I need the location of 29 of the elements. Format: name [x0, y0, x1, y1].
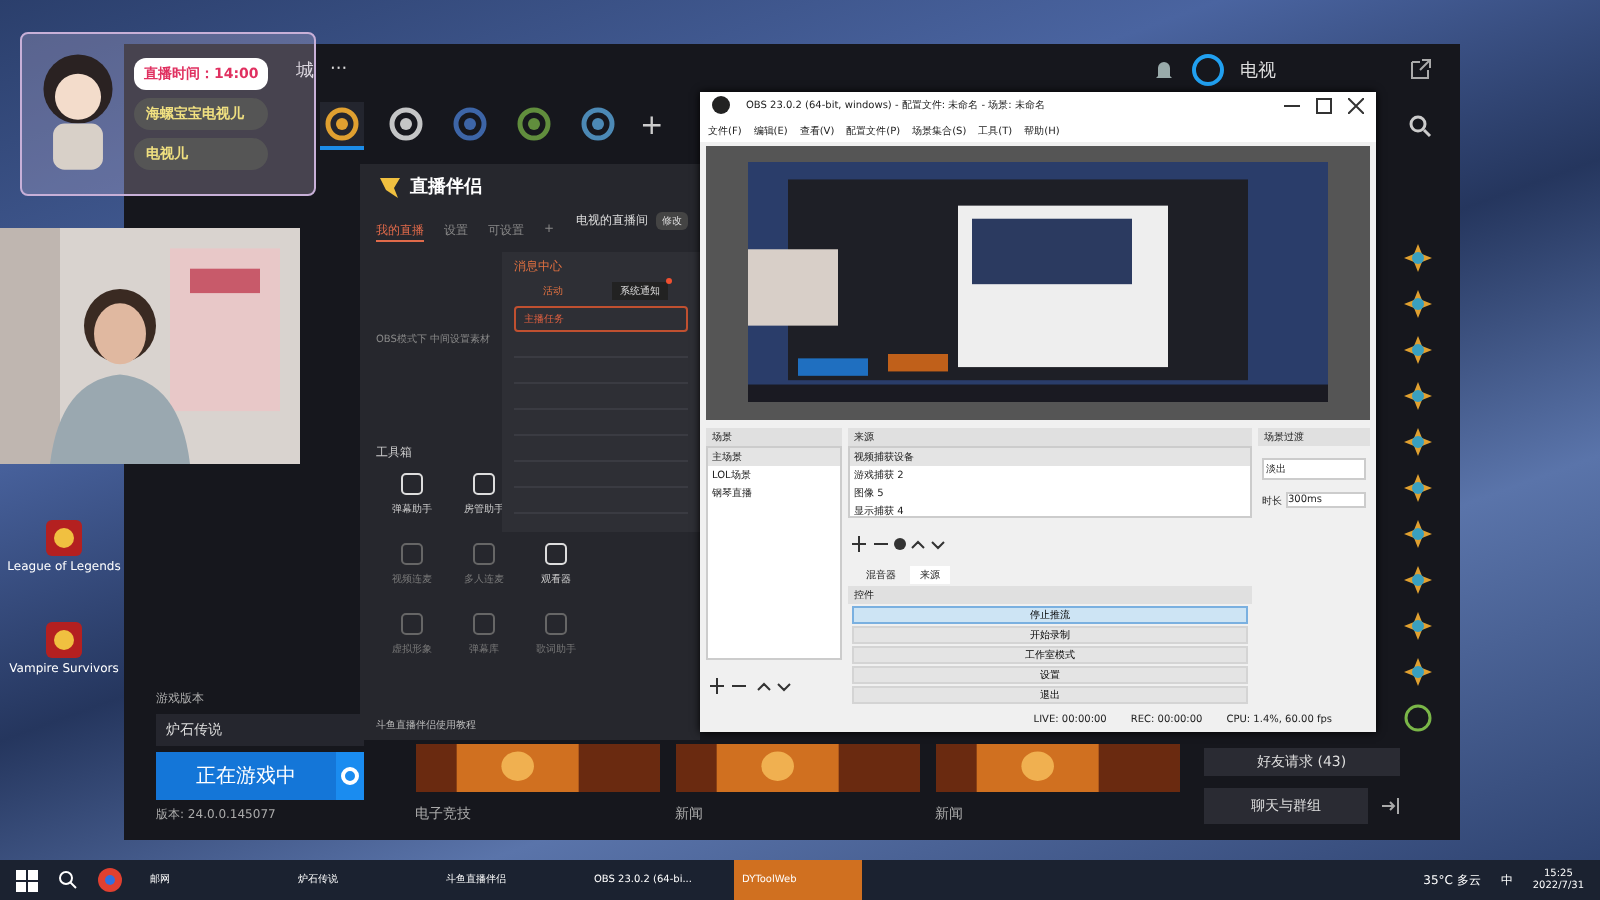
play-button[interactable]: 正在游戏中	[156, 752, 336, 800]
external-link-icon[interactable]	[1408, 58, 1432, 82]
emblem-icon[interactable]	[1404, 704, 1432, 732]
menu-item[interactable]: 城	[296, 57, 314, 83]
game-icon	[324, 106, 360, 142]
maximize-icon[interactable]	[1316, 97, 1332, 114]
start-icon[interactable]	[16, 869, 38, 891]
game-tab[interactable]	[320, 102, 364, 150]
search-icon[interactable]	[58, 870, 78, 890]
user-name[interactable]: 电视	[1240, 57, 1276, 83]
app-icon[interactable]	[42, 618, 86, 662]
game-icon	[580, 106, 616, 142]
more-button[interactable]: ···	[330, 60, 348, 80]
settings-button[interactable]	[335, 752, 364, 800]
game-icon	[388, 106, 424, 142]
app-icon[interactable]	[42, 516, 86, 560]
close-icon[interactable]	[1348, 97, 1364, 114]
logo-icon	[376, 172, 404, 200]
logout-icon[interactable]	[1380, 796, 1400, 816]
search-icon[interactable]	[1408, 114, 1432, 138]
game-icon	[452, 106, 488, 142]
app-logo-text: 直播伴侣	[410, 174, 482, 199]
browser-icon[interactable]	[98, 868, 122, 892]
add-game-button[interactable]: +	[640, 110, 664, 142]
obs-logo-icon	[712, 96, 730, 115]
game-icon	[516, 106, 552, 142]
gear-icon	[339, 766, 360, 786]
avatar-icon[interactable]	[1192, 54, 1224, 86]
bell-icon[interactable]	[1152, 58, 1176, 82]
